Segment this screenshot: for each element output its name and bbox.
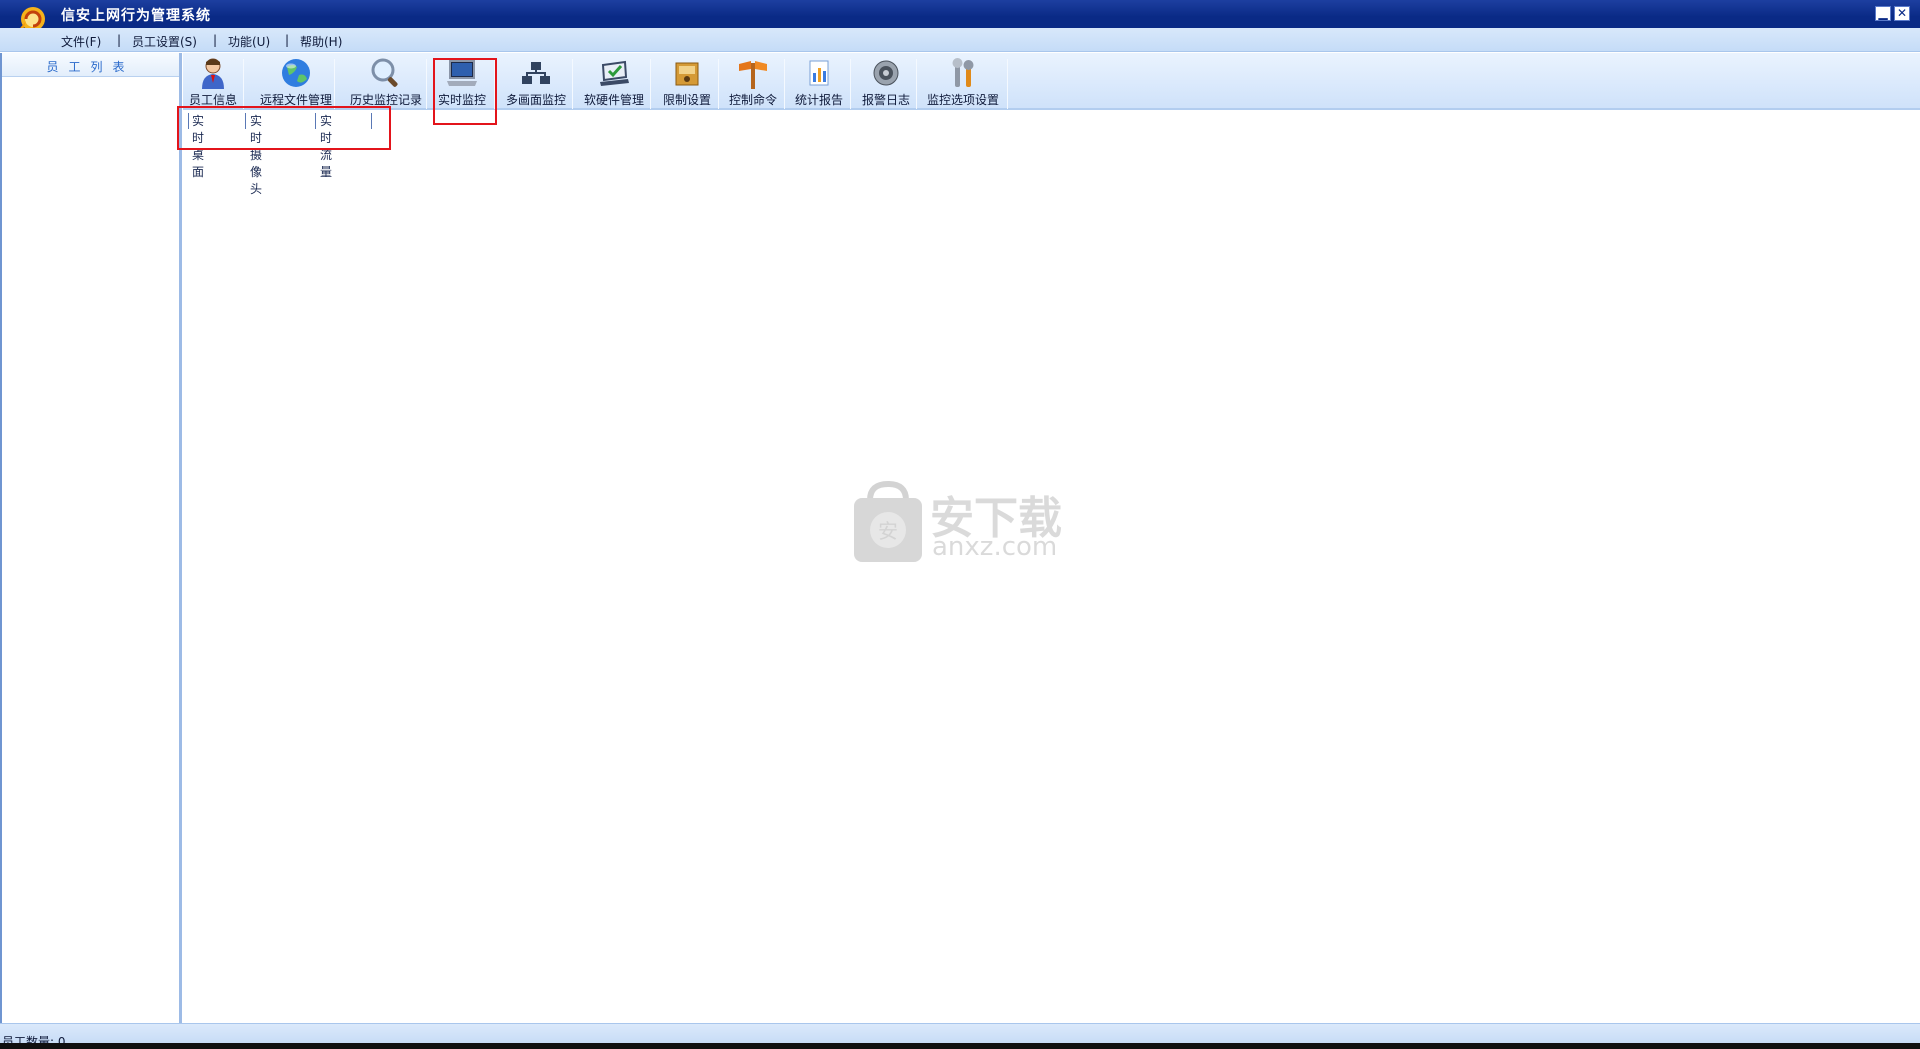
watermark: 安 安下载 anxz.com <box>852 480 1072 564</box>
tool-label: 统计报告 <box>794 93 843 107</box>
network-icon <box>522 62 550 84</box>
tool-label: 多画面监控 <box>505 93 566 107</box>
menu-employee-settings[interactable]: 员工设置(S) <box>132 33 197 50</box>
toolbar-separator <box>916 59 917 109</box>
menu-functions[interactable]: 功能(U) <box>228 33 270 50</box>
tool-label: 限制设置 <box>662 93 711 107</box>
tool-employee-info[interactable]: 员工信息 <box>188 57 238 109</box>
tools-icon <box>952 58 974 87</box>
tool-monitor-options-settings[interactable]: 监控选项设置 <box>924 57 1002 109</box>
employee-list-title: 员工列表 <box>46 60 135 74</box>
employee-list-header: 员工列表 <box>2 53 179 77</box>
employee-list-panel[interactable]: 员工列表 <box>2 53 182 1023</box>
close-button[interactable]: ✕ <box>1894 6 1910 21</box>
watermark-shield-text: 安 <box>878 519 898 543</box>
app-window: 信安上网行为管理系统 ▁ ✕ 文件(F) | 员工设置(S) | 功能(U) |… <box>0 0 1920 1049</box>
toolbar-separator <box>334 59 335 109</box>
menu-help[interactable]: 帮助(H) <box>300 33 342 50</box>
tool-remote-file-management[interactable]: 远程文件管理 <box>256 57 336 109</box>
toolbar-separator <box>850 59 851 109</box>
tool-label: 控制命令 <box>728 93 777 107</box>
report-icon <box>809 60 829 86</box>
watermark-domain: anxz.com <box>932 532 1058 562</box>
person-icon <box>202 58 224 89</box>
tool-label: 报警日志 <box>861 93 910 107</box>
tool-history-records[interactable]: 历史监控记录 <box>346 57 426 109</box>
toolbar-separator <box>784 59 785 109</box>
tool-label: 软硬件管理 <box>583 93 644 107</box>
tool-control-commands[interactable]: 控制命令 <box>725 57 781 109</box>
tool-alarm-log[interactable]: 报警日志 <box>858 57 914 109</box>
highlight-subtabs <box>177 106 391 150</box>
status-bar: 员工数量: 0 <box>0 1023 1920 1049</box>
toolbar-separator <box>1007 59 1008 109</box>
taskbar-strip <box>0 1043 1920 1049</box>
tool-software-hardware-management[interactable]: 软硬件管理 <box>580 57 648 109</box>
highlight-realtime-monitor <box>433 58 497 125</box>
globe-icon <box>282 59 310 87</box>
tool-multi-screen-monitor[interactable]: 多画面监控 <box>502 57 570 109</box>
magnifier-icon <box>371 58 398 87</box>
tool-restriction-settings[interactable]: 限制设置 <box>659 57 715 109</box>
toolbar-separator <box>426 59 427 109</box>
toolbar-separator <box>572 59 573 109</box>
tool-statistics-report[interactable]: 统计报告 <box>791 57 847 109</box>
menu-separator: | <box>285 33 290 47</box>
shield-bag-icon: 安 <box>854 480 922 562</box>
tool-label: 监控选项设置 <box>926 93 999 107</box>
signpost-icon <box>739 61 767 89</box>
main-content-area <box>183 112 1920 1023</box>
toolbar-separator <box>718 59 719 109</box>
lock-box-icon <box>675 62 699 86</box>
laptop-check-icon <box>600 60 629 86</box>
menu-file[interactable]: 文件(F) <box>61 33 101 50</box>
title-bar: 信安上网行为管理系统 ▁ ✕ <box>0 0 1920 33</box>
toolbar-separator <box>650 59 651 109</box>
menu-separator: | <box>117 33 122 47</box>
menu-separator: | <box>213 33 218 47</box>
menu-bar: 文件(F) | 员工设置(S) | 功能(U) | 帮助(H) <box>0 28 1920 52</box>
toolbar-separator <box>243 59 244 109</box>
minimize-button[interactable]: ▁ <box>1875 6 1891 21</box>
window-title: 信安上网行为管理系统 <box>61 8 211 24</box>
speaker-icon <box>873 60 899 86</box>
